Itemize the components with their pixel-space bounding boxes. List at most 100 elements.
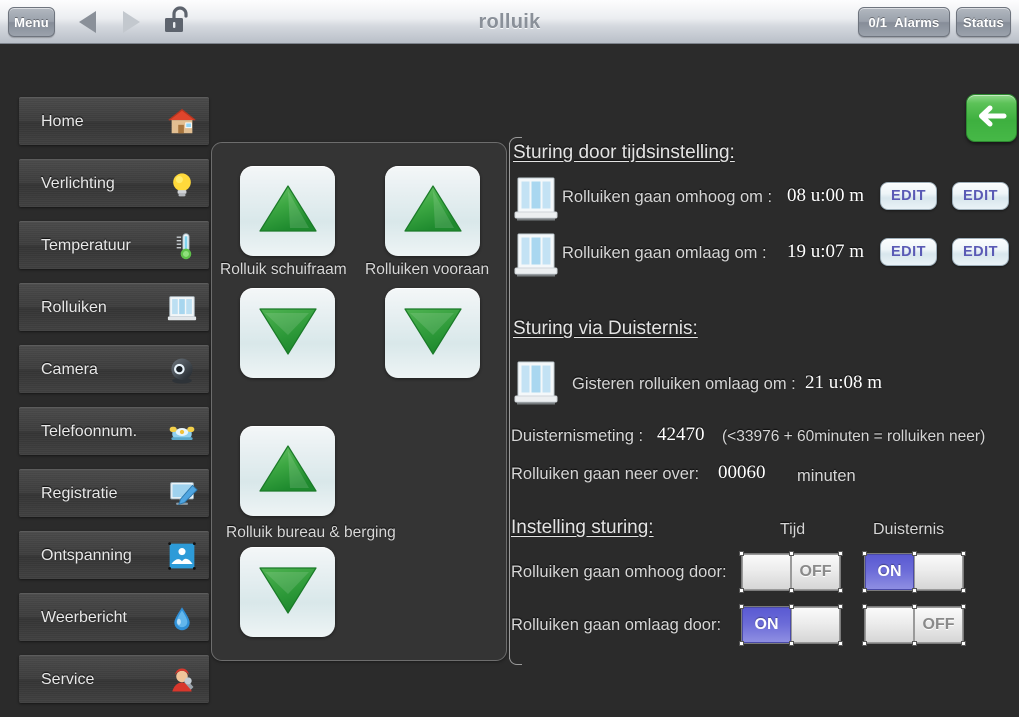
window-shutter-icon [165,291,199,325]
edit-button-omhoog-2[interactable]: EDIT [952,182,1009,210]
sidebar-item-label: Camera [41,360,98,378]
time-row-value: 19 u:07 m [787,241,865,262]
time-section-heading: Sturing door tijdsinstelling: [513,142,735,163]
unlocked-padlock-icon[interactable] [160,6,194,38]
toggle-off-half[interactable] [914,554,963,590]
panel-left-border [509,137,522,665]
toggle-omhoog-duisternis[interactable]: ON [862,551,966,593]
shutter-down-button-bureau-berging[interactable] [240,547,335,637]
sidebar-item-weerbericht[interactable]: Weerbericht [19,593,209,641]
toggle-on-half[interactable] [865,607,914,643]
sidebar-item-service[interactable]: Service [19,655,209,703]
settings-section-heading: Instelling sturing: [511,517,654,538]
sidebar-item-label: Service [41,670,95,688]
selection-handle [912,641,917,646]
sidebar-item-label: Home [41,112,84,130]
menu-button-label: Menu [14,14,49,30]
selection-handle [739,604,744,609]
selection-handle [862,551,867,556]
selection-handle [789,551,794,556]
window-shutter-icon [514,360,558,408]
selection-handle [739,588,744,593]
alarms-count: 0/1 [868,14,888,30]
worker-wrench-icon [165,663,199,697]
sidebar-item-telefoonnum[interactable]: Telefoonnum. [19,407,209,455]
sidebar-item-label: Weerbericht [41,608,127,626]
settings-row-label: Rolluiken gaan omlaag door: [511,616,722,634]
back-button[interactable] [966,94,1017,142]
shutter-up-button-vooraan[interactable] [385,166,480,256]
edit-button-omlaag-2[interactable]: EDIT [952,238,1009,266]
darkness-section-heading: Sturing via Duisternis: [513,318,698,339]
selection-handle [912,604,917,609]
shutter-down-button-schuifraam[interactable] [240,288,335,378]
edit-button-label: EDIT [890,244,927,260]
house-icon [165,105,199,139]
toggle-omlaag-tijd[interactable]: ON [739,604,843,646]
selection-handle [912,588,917,593]
sidebar-item-label: Telefoonnum. [41,422,138,440]
window-shutter-icon [514,176,558,224]
sidebar-item-registratie[interactable]: Registratie [19,469,209,517]
settings-panel: Sturing door tijdsinstelling: Rolluiken … [509,137,1019,666]
triangle-up-icon [257,183,319,240]
status-button-label: Status [963,14,1004,30]
selection-handle [838,551,843,556]
darkness-yesterday-label: Gisteren rolluiken omlaag om : [572,375,796,393]
sidebar-item-verlichting[interactable]: Verlichting [19,159,209,207]
shutter-up-button-bureau-berging[interactable] [240,426,335,516]
toggle-on-half[interactable] [742,554,791,590]
sidebar-item-home[interactable]: Home [19,97,209,145]
triangle-right-icon[interactable] [123,11,140,33]
sidebar-item-label: Verlichting [41,174,115,192]
selection-handle [961,588,966,593]
toggle-on-half[interactable]: ON [865,554,914,590]
selection-handle [961,641,966,646]
darkness-countdown-label: Rolluiken gaan neer over: [511,465,700,483]
edit-button-label: EDIT [962,188,999,204]
sidebar-item-temperatuur[interactable]: Temperatuur [19,221,209,269]
darkness-measure-label: Duisternismeting : [511,427,644,445]
selection-handle [789,588,794,593]
water-drop-icon [165,601,199,635]
edit-button-omhoog-1[interactable]: EDIT [880,182,937,210]
selection-handle [838,641,843,646]
selection-handle [739,641,744,646]
selection-handle [838,588,843,593]
settings-row-label: Rolluiken gaan omhoog door: [511,563,727,581]
selection-handle [912,551,917,556]
darkness-measure-note: (<33976 + 60minuten = rolluiken neer) [722,428,986,445]
toggle-off-half[interactable]: OFF [791,554,840,590]
darkness-measure-value: 42470 [657,424,705,445]
triangle-left-icon[interactable] [79,11,96,33]
edit-button-label: EDIT [890,188,927,204]
thermometer-icon [165,229,199,263]
alarms-label: Alarms [894,14,940,30]
top-toolbar: Menu rolluik 0/1 Alarms Status [0,0,1019,44]
toggle-omlaag-duisternis[interactable]: OFF [862,604,966,646]
edit-button-omlaag-1[interactable]: EDIT [880,238,937,266]
sidebar-item-camera[interactable]: Camera [19,345,209,393]
status-button[interactable]: Status [956,7,1011,37]
sidebar-item-rolluiken[interactable]: Rolluiken [19,283,209,331]
selection-handle [838,604,843,609]
menu-button[interactable]: Menu [8,7,55,37]
arrow-left-icon [976,103,1008,134]
selection-handle [862,588,867,593]
sidebar-item-label: Temperatuur [41,236,131,254]
toggle-omhoog-tijd[interactable]: OFF [739,551,843,593]
darkness-countdown-unit: minuten [797,467,856,485]
toggle-off-half[interactable] [791,607,840,643]
column-header-tijd: Tijd [780,521,806,538]
darkness-countdown-value: 00060 [718,462,766,483]
shutter-up-button-schuifraam[interactable] [240,166,335,256]
triangle-up-icon [402,183,464,240]
toggle-on-half[interactable]: ON [742,607,791,643]
sidebar-item-label: Ontspanning [41,546,132,564]
darkness-yesterday-value: 21 u:08 m [805,372,883,393]
sidebar-item-ontspanning[interactable]: Ontspanning [19,531,209,579]
toggle-off-half[interactable]: OFF [914,607,963,643]
telephone-icon [165,415,199,449]
alarms-button[interactable]: 0/1 Alarms [858,7,950,37]
shutter-down-button-vooraan[interactable] [385,288,480,378]
